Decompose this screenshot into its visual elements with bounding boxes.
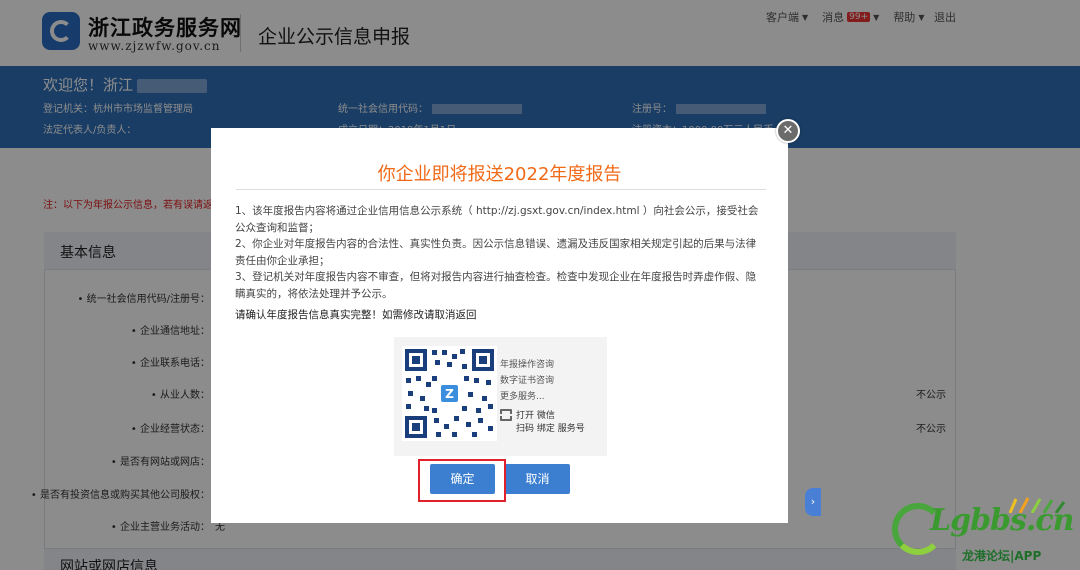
qr-service-line: 数字证书咨询 <box>500 376 555 386</box>
cancel-button[interactable]: 取消 <box>505 464 570 494</box>
dialog-title: 你企业即将报送2022年度报告 <box>377 164 622 185</box>
qr-service-line: 更多服务... <box>500 392 545 402</box>
scan-instruction: 打开 微信 <box>516 411 555 421</box>
dialog-terms: 1、该年度报告内容将通过企业信用信息公示系统（ http://zj.gsxt.g… <box>235 203 765 302</box>
forum-watermark: Lgbbs.cn 龙港论坛|APP <box>886 497 1080 570</box>
qr-service-line: 年报操作咨询 <box>500 360 555 370</box>
watermark-text: Lgbbs.cn <box>930 503 1074 538</box>
term-paragraph: 3、登记机关对年度报告内容不审查，但将对报告内容进行抽查检查。检查中发现企业在年… <box>235 271 757 300</box>
watermark-subtext: 龙港论坛|APP <box>962 549 1042 563</box>
close-icon[interactable]: ✕ <box>776 119 800 143</box>
dialog-divider <box>236 189 766 190</box>
side-panel-toggle-icon[interactable]: › <box>805 488 821 516</box>
term-paragraph: 2、你企业对年度报告内容的合法性、真实性负责。因公示信息错误、遗漏及违反国家相关… <box>235 238 757 267</box>
term-paragraph: 1、该年度报告内容将通过企业信用信息公示系统（ http://zj.gsxt.g… <box>235 205 759 234</box>
qr-code-icon: Z <box>402 346 497 441</box>
qr-panel: Z 年报操作咨询 数字证书咨询 更多服务... 打开 微信 扫码 绑定 服务号 <box>394 337 607 456</box>
confirm-text: 请确认年度报告信息真实完整！如需修改请取消返回 <box>235 309 477 321</box>
confirm-highlight-box <box>418 459 506 502</box>
scan-instruction: 扫码 绑定 服务号 <box>516 424 585 434</box>
annual-report-dialog: 你企业即将报送2022年度报告 1、该年度报告内容将通过企业信用信息公示系统（ … <box>211 128 788 523</box>
svg-text:Z: Z <box>445 387 454 401</box>
scan-icon <box>500 409 512 421</box>
